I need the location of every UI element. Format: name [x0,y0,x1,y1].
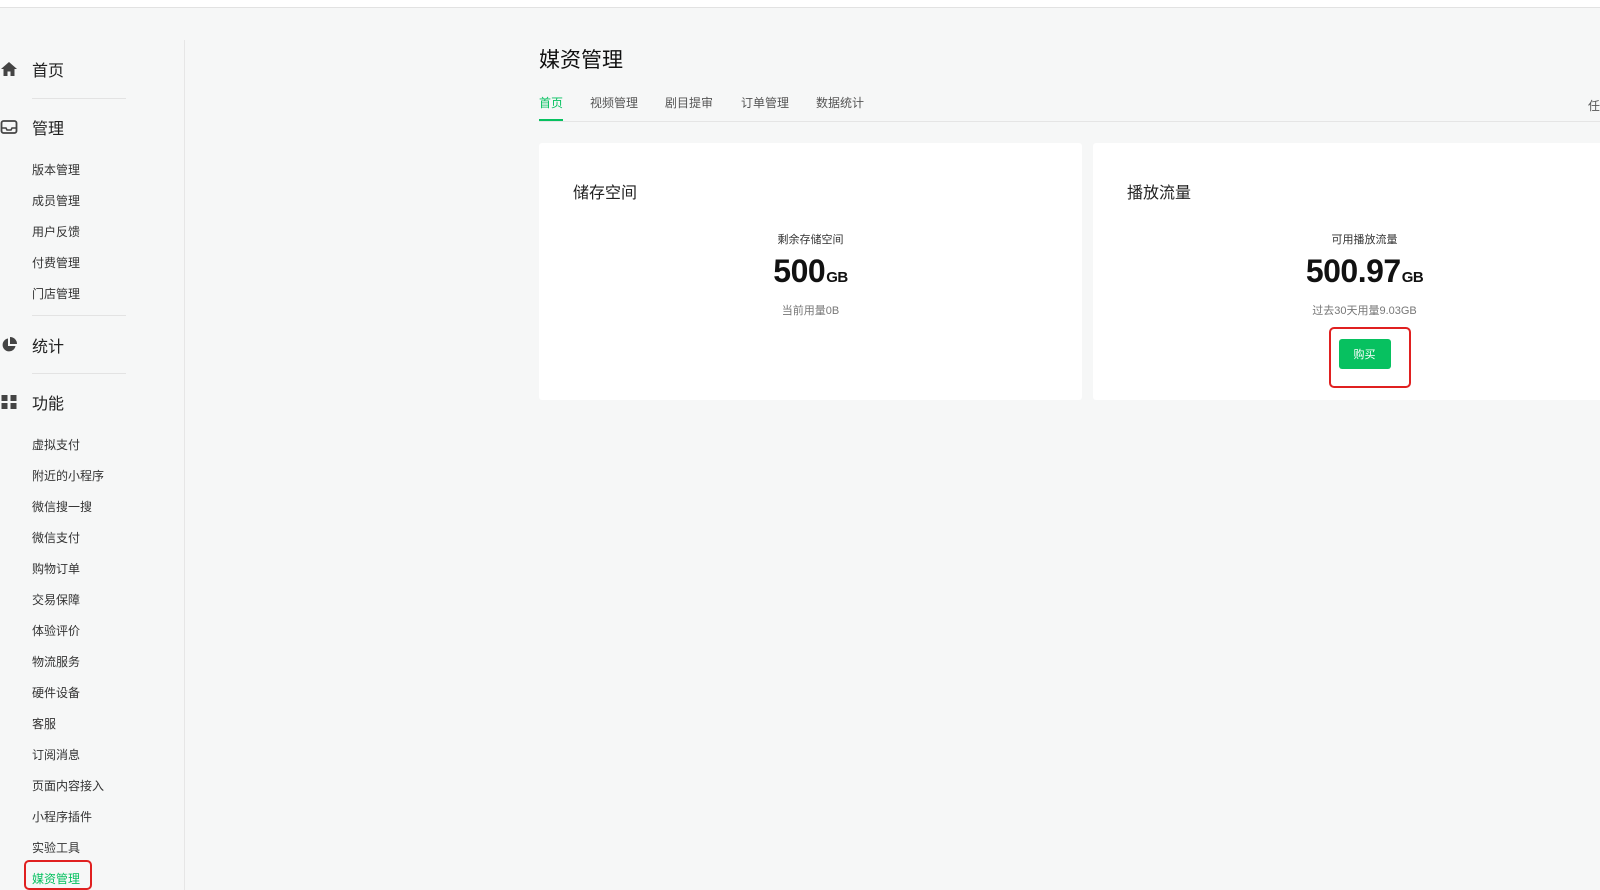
sidebar-item-search[interactable]: 微信搜一搜 [32,498,92,516]
sidebar-item-subscription[interactable]: 订阅消息 [32,746,80,764]
sidebar-item-trade-guarantee[interactable]: 交易保障 [32,591,80,609]
sidebar-border [184,40,185,890]
sidebar-group-home[interactable]: 首页 [0,57,64,81]
sidebar-item-shopping-orders[interactable]: 购物订单 [32,560,80,578]
sidebar-divider [32,98,126,99]
sidebar-item-customer-service[interactable]: 客服 [32,715,56,733]
sidebar-item-plugins[interactable]: 小程序插件 [32,808,92,826]
metric-label: 剩余存储空间 [777,234,844,246]
pie-chart-icon [0,336,18,354]
storage-number: 500 [773,253,826,289]
sidebar-item-version[interactable]: 版本管理 [32,161,80,179]
sidebar-group-features[interactable]: 功能 [0,390,64,414]
storage-card: 储存空间 剩余存储空间 500GB 当前用量0B [539,143,1082,400]
sidebar-group-label: 首页 [32,63,65,80]
sidebar-group-label: 统计 [32,339,65,356]
sidebar-divider [32,373,126,374]
top-bar [0,0,1600,8]
storage-value: 500GB [539,253,1082,290]
tab-bar-divider [539,121,1600,122]
traffic-unit: GB [1401,269,1424,286]
traffic-value: 500.97GB [1093,253,1600,290]
highlight-box-buy [1329,327,1411,388]
tab-statistics[interactable]: 数据统计 [816,94,864,122]
sidebar-item-stores[interactable]: 门店管理 [32,285,80,303]
sidebar-item-feedback[interactable]: 用户反馈 [32,223,80,241]
sidebar-item-lab-tools[interactable]: 实验工具 [32,839,80,857]
sidebar-item-page-content[interactable]: 页面内容接入 [32,777,104,795]
card-title: 播放流量 [1127,185,1192,202]
tab-orders[interactable]: 订单管理 [741,94,789,122]
home-icon [0,60,18,78]
sidebar-item-payment[interactable]: 付费管理 [32,254,80,272]
sidebar-group-stats[interactable]: 统计 [0,333,64,357]
tab-home[interactable]: 首页 [539,94,563,122]
inbox-icon [0,118,18,136]
storage-unit: GB [826,269,848,286]
sidebar-item-hardware[interactable]: 硬件设备 [32,684,80,702]
grid-icon [0,393,18,411]
sidebar-item-members[interactable]: 成员管理 [32,192,80,210]
tab-right-partial[interactable]: 任 [1588,97,1600,114]
traffic-number: 500.97 [1305,253,1401,289]
highlight-box-sidebar [24,860,92,890]
sidebar-item-virtual-pay[interactable]: 虚拟支付 [32,436,80,454]
sidebar-group-label: 管理 [32,121,65,138]
metric-label: 可用播放流量 [1331,234,1398,246]
sidebar-group-manage[interactable]: 管理 [0,115,64,139]
tab-videos[interactable]: 视频管理 [590,94,638,122]
card-title: 储存空间 [573,185,638,202]
sidebar-item-logistics[interactable]: 物流服务 [32,653,80,671]
sidebar-item-wechat-pay[interactable]: 微信支付 [32,529,80,547]
tab-review[interactable]: 剧目提审 [665,94,713,122]
page-title: 媒资管理 [539,49,623,72]
sidebar-item-reviews[interactable]: 体验评价 [32,622,80,640]
sidebar-item-nearby[interactable]: 附近的小程序 [32,467,104,485]
sidebar-group-label: 功能 [32,396,65,413]
storage-usage: 当前用量0B [781,305,840,317]
traffic-usage: 过去30天用量9.03GB [1312,305,1417,317]
sidebar-divider [32,315,126,316]
